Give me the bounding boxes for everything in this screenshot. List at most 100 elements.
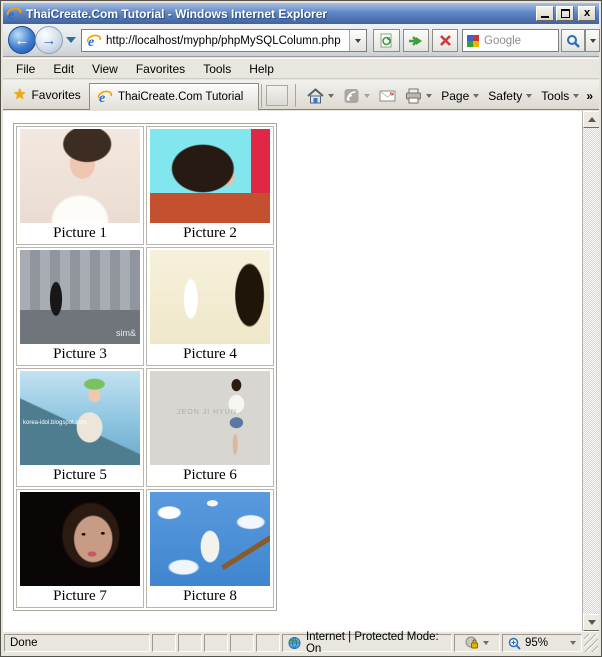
print-button[interactable]	[401, 85, 436, 107]
close-button[interactable]: x	[578, 6, 596, 21]
page-icon: e	[86, 33, 102, 49]
status-pane	[178, 634, 202, 652]
image-watermark: sim&	[116, 329, 136, 338]
read-mail-button[interactable]	[375, 85, 400, 107]
status-text: Done	[4, 634, 150, 652]
overflow-chevron: »	[586, 89, 593, 103]
safety-menu-button[interactable]: Safety	[484, 86, 536, 106]
gallery-image-3[interactable]: sim&	[20, 250, 140, 344]
ie-page-icon: e	[97, 89, 113, 105]
menu-help[interactable]: Help	[240, 60, 283, 78]
chevron-down-icon	[355, 39, 361, 43]
address-bar[interactable]: e http://localhost/myphp/phpMySQLColumn.…	[81, 29, 367, 52]
photo-cell: Picture 1	[16, 126, 144, 245]
stop-x-icon	[439, 34, 452, 47]
table-row: korea-idol.blogspot.com Picture 5 JEON J…	[16, 368, 274, 487]
zoom-control[interactable]: 95%	[502, 634, 582, 652]
scroll-up-button[interactable]	[583, 111, 599, 128]
go-button[interactable]	[403, 29, 429, 52]
photo-cell: korea-idol.blogspot.com Picture 5	[16, 368, 144, 487]
recent-pages-dropdown[interactable]	[66, 37, 76, 43]
close-icon: x	[584, 8, 590, 19]
gallery-image-5[interactable]: korea-idol.blogspot.com	[20, 371, 140, 465]
rss-feed-icon	[343, 88, 360, 104]
inprivate-filter-button[interactable]	[454, 634, 500, 652]
menu-view[interactable]: View	[83, 60, 127, 78]
arrow-up-icon	[588, 117, 596, 122]
safety-menu-label: Safety	[488, 89, 522, 103]
chevron-down-icon	[483, 641, 489, 645]
chevron-down-icon	[573, 94, 579, 98]
menu-favorites[interactable]: Favorites	[127, 60, 194, 78]
search-button[interactable]	[561, 29, 585, 52]
title-bar: e ThaiCreate.Com Tutorial - Windows Inte…	[3, 3, 599, 24]
tab-title: ThaiCreate.Com Tutorial	[118, 91, 243, 103]
tab-separator	[261, 84, 262, 108]
photo-caption: Picture 5	[20, 465, 140, 484]
tab-thaicreate[interactable]: e ThaiCreate.Com Tutorial	[89, 83, 259, 110]
tools-menu-button[interactable]: Tools	[537, 86, 583, 106]
zoom-magnifier-icon	[508, 637, 521, 650]
gallery-image-2[interactable]	[150, 129, 270, 223]
chevron-down-icon	[526, 94, 532, 98]
status-pane	[204, 634, 228, 652]
commandbar-overflow-button[interactable]: »	[584, 89, 595, 103]
photo-caption: Picture 3	[20, 344, 140, 363]
photo-cell: Picture 2	[146, 126, 274, 245]
tools-menu-label: Tools	[541, 89, 569, 103]
image-watermark: korea-idol.blogspot.com	[23, 420, 87, 426]
menu-edit[interactable]: Edit	[44, 60, 83, 78]
vertical-scrollbar[interactable]	[582, 111, 599, 631]
window-title: ThaiCreate.Com Tutorial - Windows Intern…	[26, 7, 534, 21]
menu-tools[interactable]: Tools	[194, 60, 240, 78]
page-menu-button[interactable]: Page	[437, 86, 483, 106]
chevron-down-icon	[426, 94, 432, 98]
search-box[interactable]: Google	[462, 29, 559, 52]
maximize-button[interactable]	[556, 6, 574, 21]
navigation-bar: ← → e http://localhost/myphp/phpMySQLCol…	[3, 24, 599, 57]
commandbar-separator	[295, 84, 296, 107]
search-options-dropdown[interactable]	[585, 29, 600, 52]
photo-caption: Picture 1	[20, 223, 140, 242]
home-button[interactable]	[303, 85, 338, 107]
status-bar: Done Internet | Protected Mode: On	[3, 631, 599, 654]
table-row: sim& Picture 3 Picture 4	[16, 247, 274, 366]
browser-window: e ThaiCreate.Com Tutorial - Windows Inte…	[0, 0, 602, 657]
photo-caption: Picture 6	[150, 465, 270, 484]
chevron-down-icon	[570, 641, 576, 645]
gallery-image-8[interactable]	[150, 492, 270, 586]
new-tab-button[interactable]	[266, 85, 288, 106]
resize-grip[interactable]	[584, 634, 598, 652]
maximize-icon	[561, 9, 570, 18]
menu-file[interactable]: File	[7, 60, 44, 78]
favorites-tab-bar: ★ Favorites e ThaiCreate.Com Tutorial	[3, 80, 599, 110]
gallery-image-7[interactable]	[20, 492, 140, 586]
menu-bar: File Edit View Favorites Tools Help	[3, 58, 599, 79]
stop-button[interactable]	[432, 29, 458, 52]
forward-button[interactable]: →	[35, 26, 63, 54]
zoom-level-text: 95%	[525, 637, 548, 649]
refresh-button[interactable]	[373, 29, 400, 52]
address-dropdown-button[interactable]	[349, 30, 366, 51]
refresh-icon	[379, 33, 394, 48]
mail-icon	[379, 88, 396, 104]
ie-logo-icon: e	[6, 6, 22, 22]
home-icon	[307, 88, 324, 104]
search-icon	[566, 34, 580, 48]
back-button[interactable]: ←	[8, 26, 36, 54]
feeds-button[interactable]	[339, 85, 374, 107]
gallery-image-6[interactable]: JEON JI HYUN .	[150, 371, 270, 465]
favorites-label: Favorites	[31, 88, 80, 102]
favorites-button[interactable]: ★ Favorites	[9, 85, 85, 104]
url-text: http://localhost/myphp/phpMySQLColumn.ph…	[106, 35, 349, 47]
gallery-image-4[interactable]	[150, 250, 270, 344]
zone-text: Internet | Protected Mode: On	[306, 631, 446, 655]
scroll-down-button[interactable]	[583, 614, 599, 631]
photo-caption: Picture 2	[150, 223, 270, 242]
gallery-image-1[interactable]	[20, 129, 140, 223]
chevron-down-icon	[364, 94, 370, 98]
photo-caption: Picture 4	[150, 344, 270, 363]
minimize-button[interactable]	[536, 6, 554, 21]
printer-icon	[405, 88, 422, 104]
table-row: Picture 7 Picture 8	[16, 489, 274, 608]
